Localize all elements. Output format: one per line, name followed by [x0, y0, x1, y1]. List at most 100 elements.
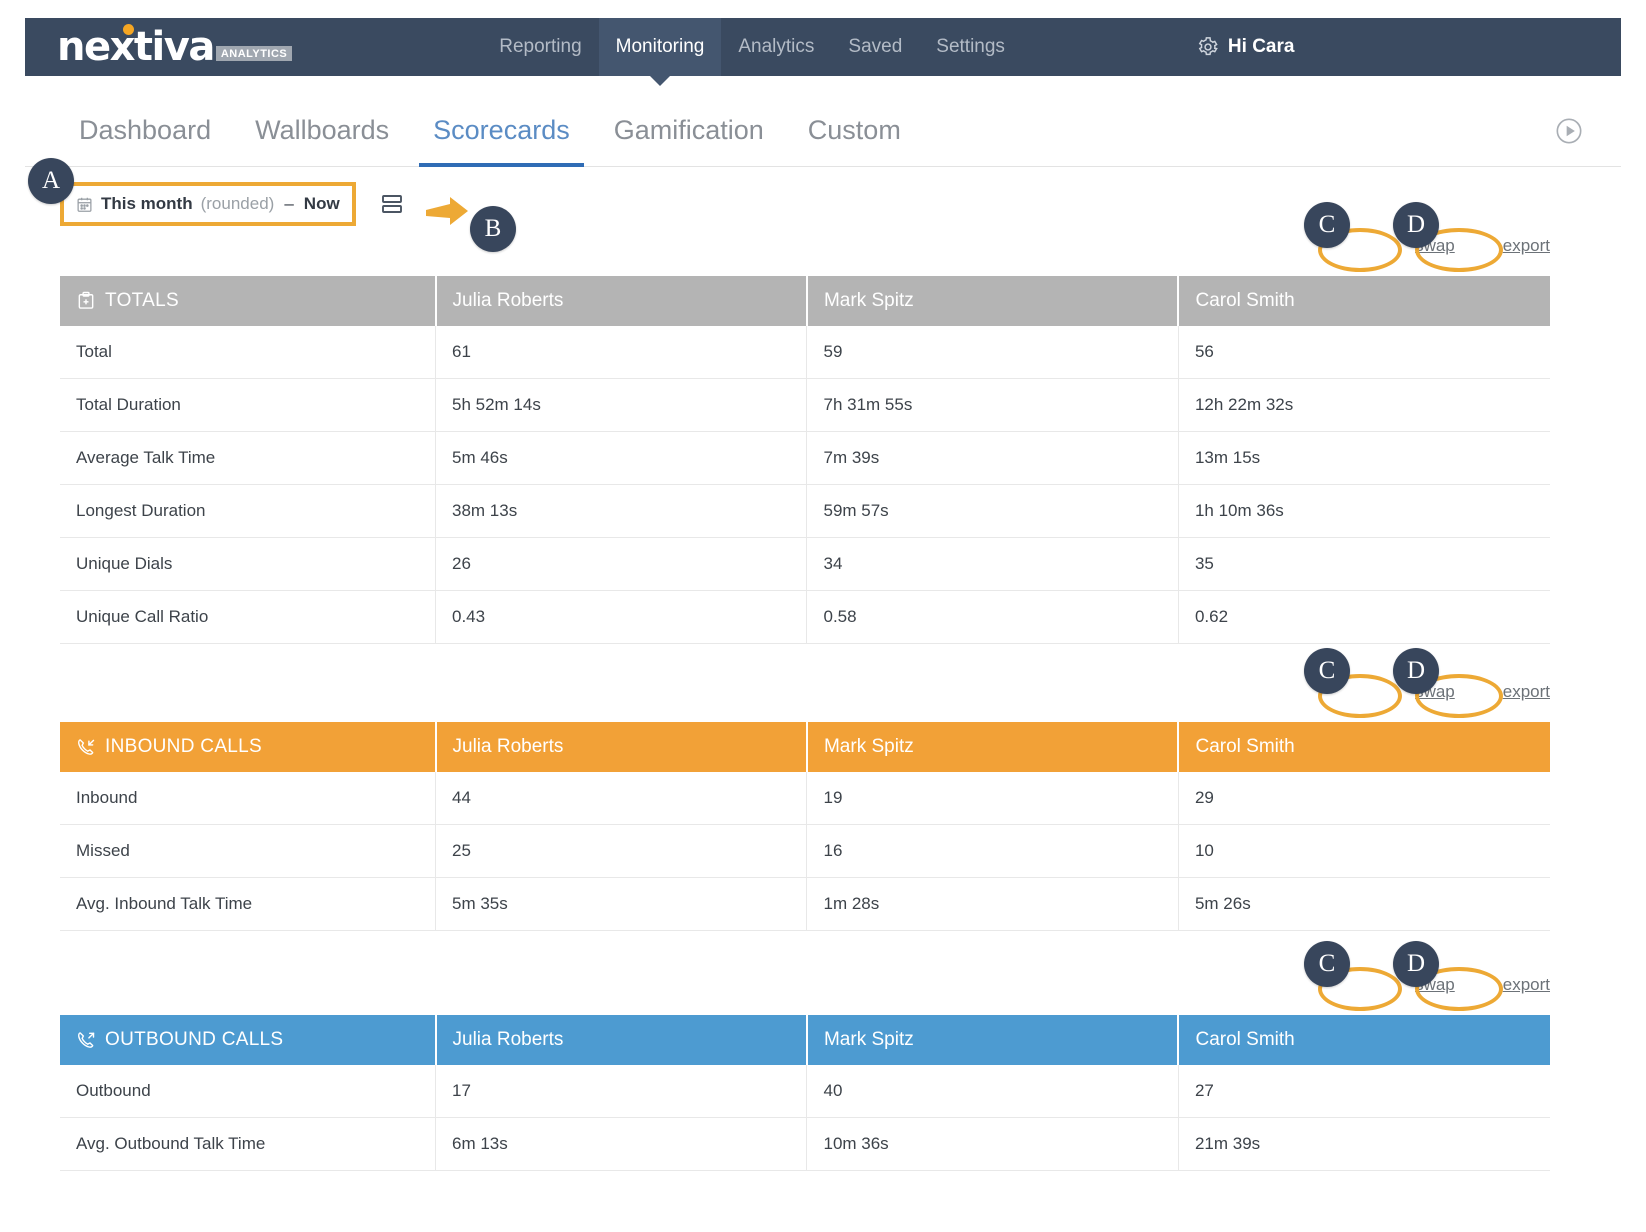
- column-header-1[interactable]: Julia Roberts: [436, 722, 807, 772]
- tab-gamification[interactable]: Gamification: [592, 95, 786, 167]
- table-row: Missed 25 16 10: [60, 825, 1550, 878]
- date-range-separator: –: [282, 194, 295, 214]
- inbound-table-actions: swap export: [1415, 682, 1550, 702]
- table-row: Avg. Inbound Talk Time 5m 35s 1m 28s 5m …: [60, 878, 1550, 931]
- date-range-main: This month: [101, 194, 193, 214]
- date-range-filter[interactable]: This month (rounded) – Now: [60, 182, 356, 226]
- row-cell: 29: [1178, 772, 1550, 825]
- row-cell: 5m 26s: [1178, 878, 1550, 931]
- row-cell: 59m 57s: [807, 485, 1178, 538]
- row-cell: 13m 15s: [1178, 432, 1550, 485]
- export-link[interactable]: export: [1503, 236, 1550, 256]
- row-cell: 16: [807, 825, 1178, 878]
- row-cell: 61: [436, 326, 807, 379]
- logo-wordmark: nextiva: [57, 27, 214, 67]
- export-link[interactable]: export: [1503, 975, 1550, 995]
- row-cell: 5m 35s: [436, 878, 807, 931]
- layers-toggle-button[interactable]: [380, 193, 404, 215]
- row-cell: 38m 13s: [436, 485, 807, 538]
- column-header-1[interactable]: Julia Roberts: [436, 1015, 807, 1065]
- row-label: Avg. Outbound Talk Time: [60, 1118, 436, 1171]
- totals-table-block: swap export: [60, 236, 1550, 644]
- date-range-end: Now: [304, 194, 340, 214]
- gear-icon: [1197, 36, 1219, 58]
- export-link[interactable]: export: [1503, 682, 1550, 702]
- inbound-table-block: swap export: [60, 682, 1550, 931]
- logo-dot-icon: [123, 24, 134, 35]
- row-cell: 17: [436, 1065, 807, 1118]
- row-label: Inbound: [60, 772, 436, 825]
- table-row: Total Duration 5h 52m 14s 7h 31m 55s 12h…: [60, 379, 1550, 432]
- annotation-badge-d-1: D: [1393, 202, 1439, 248]
- row-label: Missed: [60, 825, 436, 878]
- filter-bar: This month (rounded) – Now: [60, 182, 404, 226]
- annotation-badge-a: A: [28, 158, 74, 204]
- outbound-header-title: OUTBOUND CALLS: [60, 1015, 436, 1065]
- row-cell: 0.62: [1178, 591, 1550, 644]
- table-header-row: INBOUND CALLS Julia Roberts Mark Spitz C…: [60, 722, 1550, 772]
- row-cell: 10m 36s: [807, 1118, 1178, 1171]
- row-cell: 5m 46s: [436, 432, 807, 485]
- totals-header-title: TOTALS: [60, 276, 436, 326]
- row-label: Average Talk Time: [60, 432, 436, 485]
- annotation-badge-d-2: D: [1393, 648, 1439, 694]
- row-cell: 34: [807, 538, 1178, 591]
- table-row: Inbound 44 19 29: [60, 772, 1550, 825]
- nav-item-analytics[interactable]: Analytics: [721, 18, 831, 76]
- tab-dashboard[interactable]: Dashboard: [57, 95, 233, 167]
- tab-wallboards[interactable]: Wallboards: [233, 95, 411, 167]
- nav-item-settings[interactable]: Settings: [919, 18, 1022, 76]
- outbound-title-text: OUTBOUND CALLS: [105, 1029, 283, 1051]
- user-greeting: Hi Cara: [1228, 36, 1295, 58]
- column-header-1[interactable]: Julia Roberts: [436, 276, 807, 326]
- column-header-3[interactable]: Carol Smith: [1178, 1015, 1550, 1065]
- table-row: Outbound 17 40 27: [60, 1065, 1550, 1118]
- totals-table: TOTALS Julia Roberts Mark Spitz Carol Sm…: [60, 276, 1550, 644]
- annotation-badge-c-3: C: [1304, 941, 1350, 987]
- column-header-2[interactable]: Mark Spitz: [807, 1015, 1178, 1065]
- row-cell: 56: [1178, 326, 1550, 379]
- nextiva-logo[interactable]: nextiva ANALYTICS: [57, 27, 292, 67]
- nav-item-monitoring[interactable]: Monitoring: [599, 18, 722, 76]
- tab-scorecards[interactable]: Scorecards: [411, 95, 592, 167]
- row-cell: 44: [436, 772, 807, 825]
- column-header-3[interactable]: Carol Smith: [1178, 722, 1550, 772]
- column-header-3[interactable]: Carol Smith: [1178, 276, 1550, 326]
- table-row: Average Talk Time 5m 46s 7m 39s 13m 15s: [60, 432, 1550, 485]
- row-cell: 1m 28s: [807, 878, 1178, 931]
- nav-item-saved[interactable]: Saved: [831, 18, 919, 76]
- row-cell: 7h 31m 55s: [807, 379, 1178, 432]
- row-cell: 19: [807, 772, 1178, 825]
- row-label: Unique Call Ratio: [60, 591, 436, 644]
- totals-table-actions: swap export: [1415, 236, 1550, 256]
- date-range-qualifier: (rounded): [201, 194, 275, 214]
- row-label: Total Duration: [60, 379, 436, 432]
- annotation-badge-c-2: C: [1304, 648, 1350, 694]
- inbound-title-text: INBOUND CALLS: [105, 736, 262, 758]
- logo-analytics-badge: ANALYTICS: [216, 46, 292, 61]
- play-circle-icon[interactable]: [1555, 117, 1583, 145]
- table-row: Unique Dials 26 34 35: [60, 538, 1550, 591]
- user-menu[interactable]: Hi Cara: [1197, 36, 1295, 58]
- column-header-2[interactable]: Mark Spitz: [807, 722, 1178, 772]
- annotation-badge-c-1: C: [1304, 202, 1350, 248]
- table-row: Total 61 59 56: [60, 326, 1550, 379]
- column-header-2[interactable]: Mark Spitz: [807, 276, 1178, 326]
- annotation-badge-b: B: [470, 206, 516, 252]
- top-navigation-bar: nextiva ANALYTICS Reporting Monitoring A…: [25, 18, 1621, 76]
- row-cell: 21m 39s: [1178, 1118, 1550, 1171]
- tab-custom[interactable]: Custom: [786, 95, 923, 167]
- outbound-table-actions: swap export: [1415, 975, 1550, 995]
- phone-outgoing-icon: [76, 1030, 96, 1050]
- section-tabs: Dashboard Wallboards Scorecards Gamifica…: [25, 95, 1621, 167]
- nav-item-reporting[interactable]: Reporting: [482, 18, 598, 76]
- row-cell: 59: [807, 326, 1178, 379]
- row-cell: 0.43: [436, 591, 807, 644]
- annotation-badge-d-3: D: [1393, 941, 1439, 987]
- outbound-calls-table: OUTBOUND CALLS Julia Roberts Mark Spitz …: [60, 1015, 1550, 1171]
- phone-incoming-icon: [76, 737, 96, 757]
- row-cell: 12h 22m 32s: [1178, 379, 1550, 432]
- table-header-row: OUTBOUND CALLS Julia Roberts Mark Spitz …: [60, 1015, 1550, 1065]
- table-row: Unique Call Ratio 0.43 0.58 0.62: [60, 591, 1550, 644]
- totals-title-text: TOTALS: [105, 290, 179, 312]
